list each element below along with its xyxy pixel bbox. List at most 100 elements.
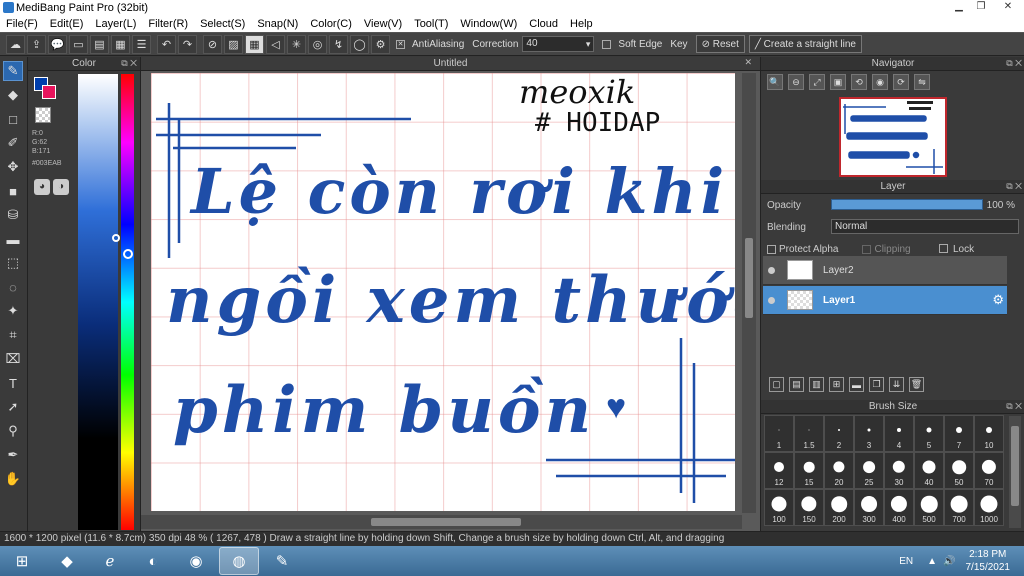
radial-snap-icon[interactable]: ✳ (287, 34, 306, 54)
brush-tool-icon[interactable]: ✎ (3, 61, 23, 81)
coccoc-browser-icon[interactable]: ◐ (133, 547, 173, 575)
brush-size-cell[interactable]: 1000 (974, 489, 1004, 526)
gradient-icon[interactable]: ▬ (3, 229, 23, 249)
straight-line-button[interactable]: ╱ Create a straight line (748, 35, 862, 53)
circle-snap-icon[interactable]: ◎ (308, 34, 327, 54)
rotate-left-icon[interactable]: ⟲ (851, 74, 867, 90)
actual-size-icon[interactable]: ▣ (830, 74, 846, 90)
brush-size-cell[interactable]: 500 (914, 489, 944, 526)
brush-size-cell[interactable]: 200 (824, 489, 854, 526)
clock[interactable]: 2:18 PM 7/15/2021 (966, 548, 1011, 574)
secondary-color-swatch[interactable] (42, 85, 56, 99)
flip-icon[interactable]: ⇋ (914, 74, 930, 90)
merge-down-icon[interactable]: ⇊ (889, 377, 904, 392)
hand-tool-icon[interactable]: ✋ (3, 469, 23, 489)
brush-size-cell[interactable]: 700 (944, 489, 974, 526)
layer-item-selected[interactable]: Layer1 ⚙ (763, 286, 1007, 315)
minimize-icon[interactable]: ▁ (948, 0, 970, 15)
eraser-tool-icon[interactable]: ◆ (3, 85, 23, 105)
brush-size-cell[interactable]: 4 (884, 415, 914, 452)
curve-snap-icon[interactable]: ↯ (329, 34, 348, 54)
close-icon[interactable]: ✕ (992, 0, 1024, 15)
navigator-thumbnail[interactable] (839, 97, 947, 177)
start-button[interactable]: ⊞ (0, 547, 44, 575)
brush-size-cell[interactable]: 70 (974, 452, 1004, 489)
hue-handle[interactable] (123, 249, 133, 259)
page-icon[interactable]: ▤ (90, 34, 109, 54)
brush-size-cell[interactable]: 20 (824, 452, 854, 489)
visual-studio-icon[interactable]: ◆ (47, 547, 87, 575)
pen-tool-icon[interactable]: ✒ (3, 445, 23, 465)
menu-window[interactable]: Window(W) (454, 18, 523, 30)
brush-size-cell[interactable]: 100 (764, 489, 794, 526)
antialiasing-checkbox[interactable]: ✕ (396, 39, 405, 49)
duplicate-layer-icon[interactable]: ❐ (869, 377, 884, 392)
brush-size-cell[interactable]: 5 (914, 415, 944, 452)
opacity-slider[interactable] (831, 199, 983, 210)
drawing-canvas[interactable]: meoxik # HOIDAP Lệ còn rơi khi ngồi xem … (151, 73, 735, 511)
grid-page-icon[interactable]: ▦ (111, 34, 130, 54)
layer-menu-icon[interactable]: ⧉ ✕ (1006, 180, 1022, 193)
ellipse-snap-icon[interactable]: ◯ (350, 34, 369, 54)
dot-tool-icon[interactable]: □ (3, 109, 23, 129)
redo-icon[interactable]: ↷ (178, 34, 197, 54)
undo-icon[interactable]: ↶ (157, 34, 176, 54)
panel-menu-icon[interactable]: ⧉ ✕ (121, 57, 137, 70)
brush-size-cell[interactable]: 3 (854, 415, 884, 452)
new-8bit-layer-icon[interactable]: ▥ (809, 377, 824, 392)
add-layer-menu-icon[interactable]: ⊞ (829, 377, 844, 392)
bucket-icon[interactable]: ⛁ (3, 205, 23, 225)
menu-cloud[interactable]: Cloud (523, 18, 564, 30)
brush-scrollbar[interactable] (1009, 416, 1021, 528)
menu-view[interactable]: View(V) (358, 18, 408, 30)
clipping-checkbox[interactable] (862, 244, 872, 254)
horizontal-scrollbar[interactable] (141, 515, 742, 529)
select-eraser-icon[interactable]: ⌧ (3, 349, 23, 369)
restore-icon[interactable]: ❐ (970, 0, 992, 15)
document-tab[interactable]: Untitled (141, 57, 760, 71)
snap-settings-icon[interactable]: ⚙ (371, 34, 390, 54)
menu-layer[interactable]: Layer(L) (89, 18, 142, 30)
new-layer-icon[interactable]: ▢ (769, 377, 784, 392)
brush-size-cell[interactable]: 50 (944, 452, 974, 489)
brush-size-cell[interactable]: 2 (824, 415, 854, 452)
list-icon[interactable]: ☰ (132, 34, 151, 54)
delete-layer-icon[interactable]: 🗑 (909, 377, 924, 392)
brush-size-cell[interactable]: 15 (794, 452, 824, 489)
palette-icon[interactable]: ◕ (34, 179, 50, 195)
paint-icon[interactable]: ✎ (262, 547, 302, 575)
reset-button[interactable]: ⊘ Reset (695, 35, 745, 53)
brush-size-cell[interactable]: 1.5 (794, 415, 824, 452)
folder-icon[interactable]: ▬ (849, 377, 864, 392)
fit-icon[interactable]: ⤢ (809, 74, 825, 90)
lock-checkbox[interactable] (939, 244, 948, 253)
select-pen-icon[interactable]: ✐ (3, 133, 23, 153)
menu-snap[interactable]: Snap(N) (251, 18, 304, 30)
vertical-scrollbar[interactable] (742, 73, 756, 513)
new-halftone-layer-icon[interactable]: ▤ (789, 377, 804, 392)
menu-help[interactable]: Help (564, 18, 599, 30)
brush-size-cell[interactable]: 12 (764, 452, 794, 489)
cloud-icon[interactable]: ☁ (6, 34, 25, 54)
move-tool-icon[interactable]: ✥ (3, 157, 23, 177)
brush-size-cell[interactable]: 1 (764, 415, 794, 452)
layer-settings-icon[interactable]: ⚙ (992, 292, 1004, 308)
medibang-taskbar-icon[interactable]: ◍ (219, 547, 259, 575)
text-tool-icon[interactable]: T (3, 373, 23, 393)
brush-size-cell[interactable]: 7 (944, 415, 974, 452)
monitor-icon[interactable]: ▭ (69, 34, 88, 54)
language-indicator[interactable]: EN (899, 556, 913, 567)
layer-item[interactable]: Layer2 (763, 256, 1007, 285)
tray-arrow-icon[interactable]: ▲ (927, 556, 937, 567)
brush-size-cell[interactable]: 150 (794, 489, 824, 526)
visibility-icon[interactable] (768, 296, 775, 304)
value-handle[interactable] (112, 234, 120, 242)
comment-icon[interactable]: 💬 (48, 34, 67, 54)
blending-select[interactable]: Normal (831, 219, 1019, 234)
hue-slider[interactable] (121, 74, 134, 530)
snap-off-icon[interactable]: ⊘ (203, 34, 222, 54)
perspective-snap-icon[interactable]: ◁ (266, 34, 285, 54)
parallel-snap-icon[interactable]: ▨ (224, 34, 243, 54)
brush-size-cell[interactable]: 400 (884, 489, 914, 526)
protect-alpha-checkbox[interactable] (767, 244, 776, 254)
